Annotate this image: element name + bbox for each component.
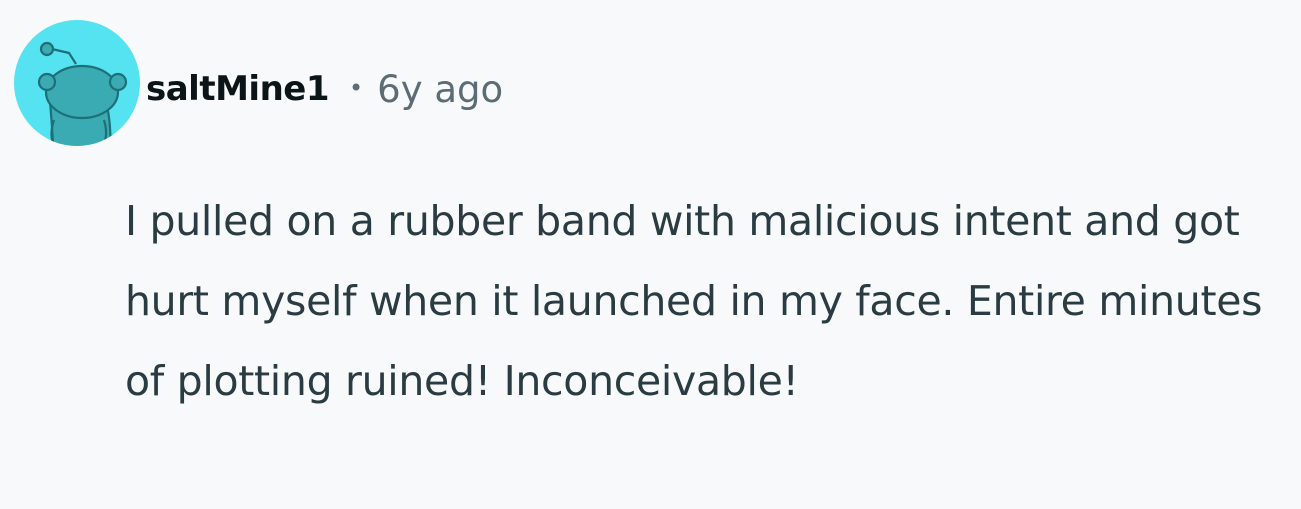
comment-timestamp[interactable]: 6y ago	[377, 68, 503, 111]
meta-separator: •	[349, 74, 364, 102]
snoo-avatar-icon	[14, 20, 140, 146]
user-avatar[interactable]	[14, 20, 140, 146]
username-link[interactable]: saltMine1	[146, 69, 330, 109]
comment: saltMine1 • 6y ago I pulled on a rubber …	[0, 0, 1301, 509]
comment-meta: saltMine1 • 6y ago	[146, 64, 503, 114]
comment-body: I pulled on a rubber band with malicious…	[125, 197, 1263, 405]
